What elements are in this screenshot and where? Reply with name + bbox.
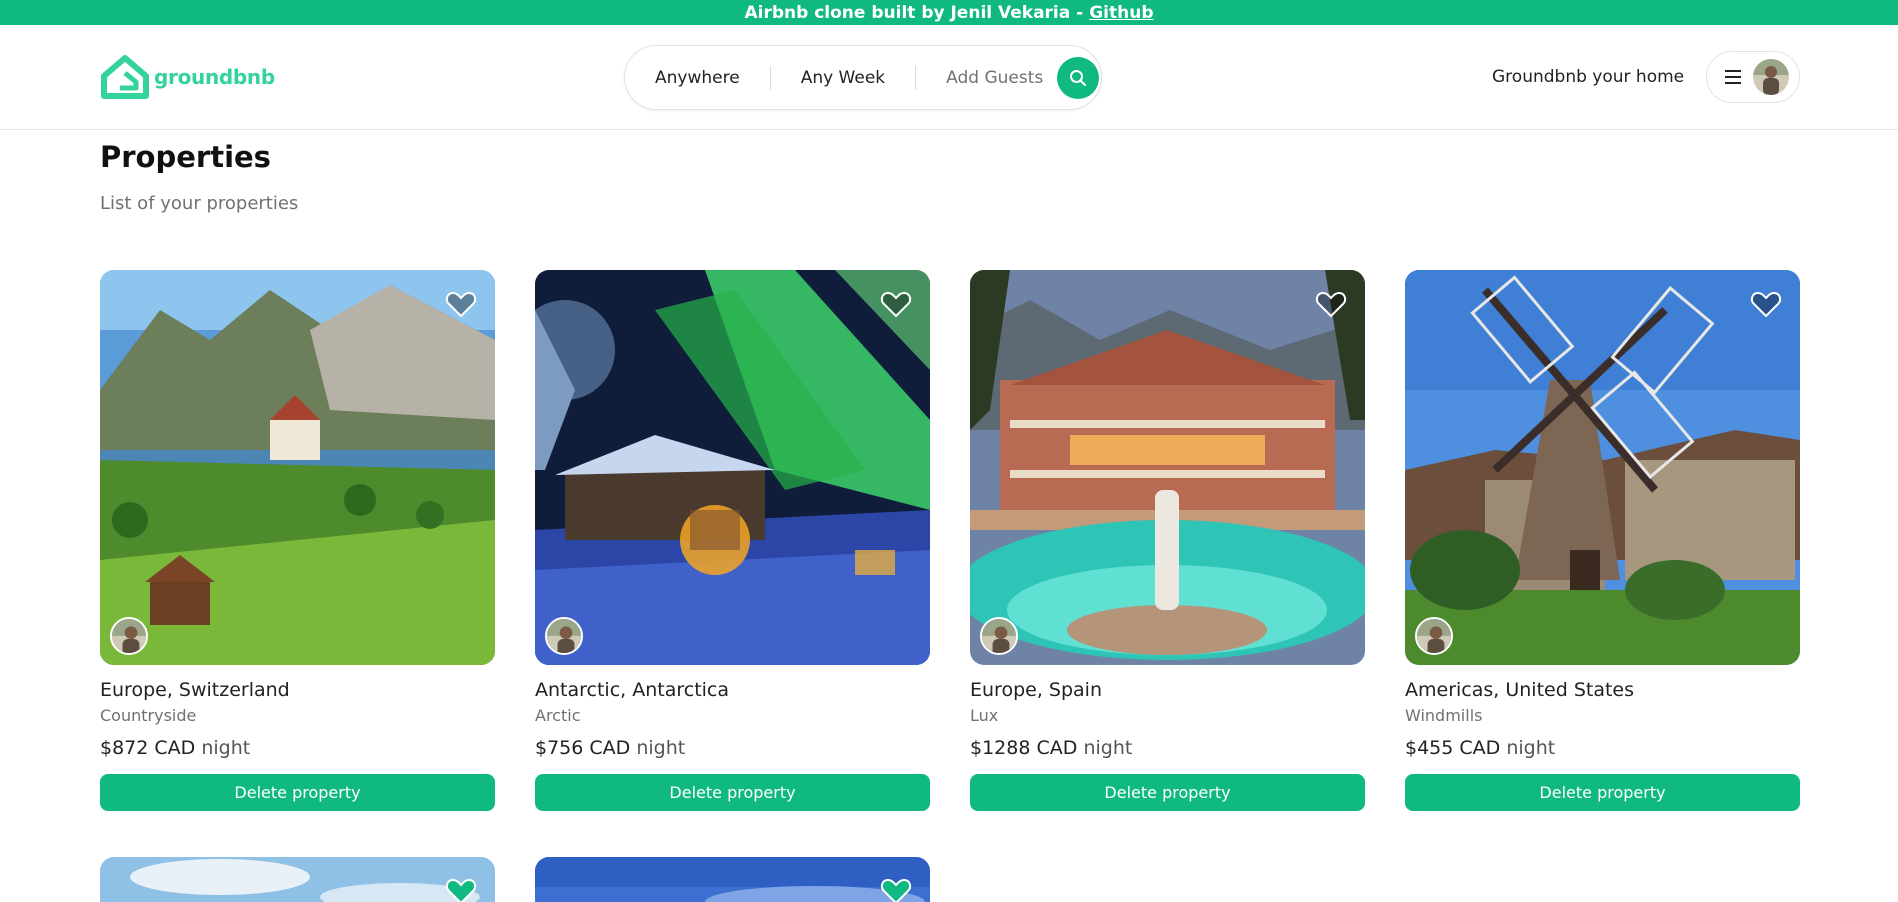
search-anywhere[interactable]: Anywhere [625, 68, 770, 88]
property-card[interactable]: Europe, Switzerland Countryside $872 CAD… [100, 270, 495, 811]
search-icon [1070, 69, 1087, 86]
header: groundbnb Anywhere Any Week Add Guests G… [0, 25, 1898, 130]
heart-icon[interactable] [1315, 288, 1347, 320]
property-card[interactable] [100, 857, 495, 902]
delete-property-button[interactable]: Delete property [100, 774, 495, 811]
host-your-home-link[interactable]: Groundbnb your home [1492, 67, 1684, 87]
banner-text: Airbnb clone built by Jenil Vekaria - [744, 2, 1084, 23]
heart-icon[interactable] [880, 875, 912, 902]
property-price: $872 CAD night [100, 737, 495, 759]
host-avatar [545, 617, 583, 655]
property-location: Europe, Spain [970, 679, 1102, 701]
price-unit: night [636, 737, 686, 759]
property-card[interactable]: Americas, United States Windmills $455 C… [1405, 270, 1800, 811]
property-category: Lux [970, 706, 999, 725]
search-button[interactable] [1057, 56, 1100, 99]
property-card[interactable]: Europe, Spain Lux $1288 CAD night Delete… [970, 270, 1365, 811]
property-category: Countryside [100, 706, 197, 725]
search-any-week[interactable]: Any Week [771, 68, 915, 88]
delete-property-button[interactable]: Delete property [970, 774, 1365, 811]
property-image[interactable] [100, 270, 495, 665]
property-location: Antarctic, Antarctica [535, 679, 730, 701]
property-photo [535, 857, 930, 902]
property-image[interactable] [970, 270, 1365, 665]
host-avatar [980, 617, 1018, 655]
avatar [1753, 59, 1789, 95]
property-location: Americas, United States [1405, 679, 1635, 701]
heart-icon[interactable] [880, 288, 912, 320]
delete-property-button[interactable]: Delete property [1405, 774, 1800, 811]
property-location: Europe, Switzerland [100, 679, 290, 701]
delete-property-button[interactable]: Delete property [535, 774, 930, 811]
property-photo [100, 857, 495, 902]
property-image[interactable] [535, 270, 930, 665]
price-amount: $872 CAD [100, 737, 196, 759]
search-add-guests[interactable]: Add Guests [916, 68, 1057, 88]
property-photo [100, 270, 495, 665]
heart-icon[interactable] [445, 875, 477, 902]
top-banner: Airbnb clone built by Jenil Vekaria - Gi… [0, 0, 1898, 25]
property-price: $455 CAD night [1405, 737, 1800, 759]
heart-icon[interactable] [1750, 288, 1782, 320]
price-amount: $1288 CAD [970, 737, 1078, 759]
user-menu-button[interactable] [1706, 51, 1800, 103]
property-image[interactable] [1405, 270, 1800, 665]
price-unit: night [1506, 737, 1556, 759]
logo-text: groundbnb [154, 65, 275, 89]
logo[interactable]: groundbnb [100, 55, 275, 99]
property-card[interactable] [535, 857, 930, 902]
property-photo [970, 270, 1365, 665]
property-price: $1288 CAD night [970, 737, 1365, 759]
page-subtitle: List of your properties [100, 193, 299, 214]
price-amount: $756 CAD [535, 737, 631, 759]
property-category: Windmills [1405, 706, 1483, 725]
logo-icon [101, 55, 149, 99]
price-unit: night [1083, 737, 1133, 759]
property-photo [535, 270, 930, 665]
property-category: Arctic [535, 706, 581, 725]
price-amount: $455 CAD [1405, 737, 1501, 759]
host-avatar [1415, 617, 1453, 655]
search-bar[interactable]: Anywhere Any Week Add Guests [624, 45, 1102, 110]
page-title: Properties [100, 140, 271, 174]
hamburger-icon [1725, 70, 1741, 84]
property-price: $756 CAD night [535, 737, 930, 759]
heart-icon[interactable] [445, 288, 477, 320]
github-link[interactable]: Github [1089, 3, 1153, 23]
price-unit: night [201, 737, 251, 759]
property-photo [1405, 270, 1800, 665]
host-avatar [110, 617, 148, 655]
property-card[interactable]: Antarctic, Antarctica Arctic $756 CAD ni… [535, 270, 930, 811]
